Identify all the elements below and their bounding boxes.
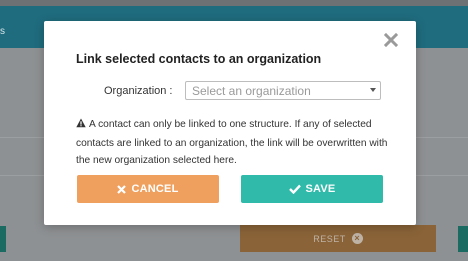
reset-label: RESET [313, 233, 346, 244]
warning-message: A contact can only be linked to one stru… [76, 116, 396, 170]
app-header-text: s [0, 26, 5, 37]
link-organization-dialog: Link selected contacts to an organizatio… [44, 21, 416, 225]
organization-label: Organization : [104, 85, 173, 97]
x-circle-icon: × [351, 233, 363, 244]
app-left-button[interactable] [0, 226, 6, 252]
app-right-button[interactable] [458, 226, 468, 252]
x-icon [117, 184, 127, 194]
warning-icon [76, 117, 86, 135]
close-icon[interactable] [383, 32, 399, 48]
caret-down-icon [370, 88, 376, 92]
cancel-button[interactable]: CANCEL [77, 175, 219, 203]
cancel-label: CANCEL [131, 183, 179, 195]
reset-button[interactable]: RESET × [240, 225, 436, 252]
save-label: SAVE [305, 183, 336, 195]
check-icon [288, 184, 301, 194]
dialog-title: Link selected contacts to an organizatio… [76, 52, 322, 66]
warning-text: A contact can only be linked to one stru… [76, 119, 388, 166]
organization-select-placeholder: Select an organization [192, 84, 311, 98]
organization-select[interactable]: Select an organization [185, 81, 381, 100]
save-button[interactable]: SAVE [241, 175, 383, 203]
